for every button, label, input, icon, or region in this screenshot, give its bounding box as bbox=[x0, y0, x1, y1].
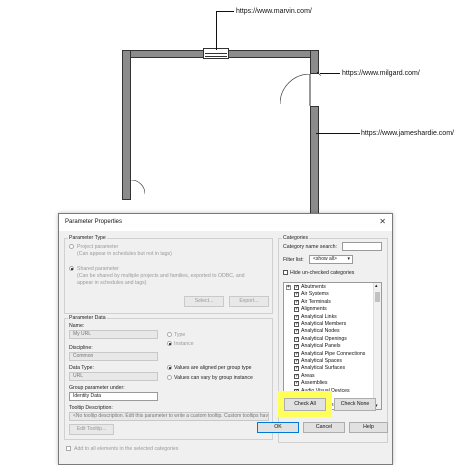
vary-label: Values can vary by group instance bbox=[174, 375, 253, 381]
category-label: Analytical Members bbox=[301, 321, 347, 327]
door-swing bbox=[279, 73, 340, 134]
ok-button[interactable]: OK bbox=[257, 422, 299, 433]
category-label: Analytical Nodes bbox=[301, 328, 340, 335]
category-label: Areas bbox=[301, 372, 315, 379]
project-parameter-hint: (Can appear in schedules but not in tags… bbox=[77, 251, 172, 257]
check-none-button[interactable]: Check None bbox=[334, 398, 376, 411]
cancel-button[interactable]: Cancel bbox=[303, 422, 345, 433]
dialog-title: Parameter Properties bbox=[65, 219, 123, 225]
help-button[interactable]: Help bbox=[349, 422, 388, 433]
parameter-properties-dialog: Parameter Properties ✕ Parameter Type Pr… bbox=[58, 213, 393, 465]
hide-unchecked-checkbox[interactable] bbox=[283, 270, 288, 275]
chevron-down-icon: ▾ bbox=[347, 256, 350, 262]
shared-parameter-label: Shared parameter bbox=[77, 266, 119, 272]
category-label: Alignments bbox=[301, 306, 327, 313]
category-search-input[interactable] bbox=[342, 242, 382, 251]
hide-unchecked-label: Hide un-checked categories bbox=[290, 270, 355, 276]
tooltip-label: Tooltip Description: bbox=[69, 405, 113, 411]
category-checkbox[interactable]: ✓ bbox=[294, 344, 299, 350]
category-label: Analytical Surfaces bbox=[301, 365, 346, 372]
cursor-icon: ↖ bbox=[316, 71, 322, 78]
instance-radio[interactable] bbox=[167, 341, 172, 346]
vary-radio[interactable] bbox=[167, 375, 172, 380]
category-checkbox[interactable]: ✓ bbox=[294, 373, 299, 379]
name-field[interactable]: My URL bbox=[69, 330, 158, 339]
annotation-url-marvin[interactable]: https://www.marvin.com/ bbox=[236, 8, 312, 15]
type-radio[interactable] bbox=[167, 332, 172, 337]
shared-parameter-hint-1: (Can be shared by multiple projects and … bbox=[77, 273, 245, 279]
annotation-url-jameshardie[interactable]: https://www.jameshardie.com/ bbox=[361, 130, 454, 137]
category-label: Analytical Spaces bbox=[301, 358, 342, 364]
category-label: Analytical Openings bbox=[301, 335, 347, 342]
discipline-label: Discipline: bbox=[69, 345, 93, 351]
category-checkbox[interactable]: ✓ bbox=[294, 299, 299, 305]
edit-tooltip-button[interactable]: Edit Tooltip... bbox=[69, 424, 114, 435]
shared-parameter-radio[interactable] bbox=[69, 266, 74, 271]
category-label: Air Terminals bbox=[301, 298, 331, 305]
category-label: Air Systems bbox=[301, 291, 329, 298]
dialog-titlebar[interactable]: Parameter Properties ✕ bbox=[59, 214, 392, 231]
expand-icon[interactable]: + bbox=[286, 285, 291, 290]
category-checkbox[interactable]: ✓ bbox=[294, 314, 299, 320]
category-checkbox[interactable]: ✓ bbox=[294, 285, 299, 290]
category-checkbox[interactable]: ✓ bbox=[294, 292, 299, 298]
category-checkbox[interactable]: ✓ bbox=[294, 336, 299, 342]
category-label: Analytical Panels bbox=[301, 343, 341, 350]
project-parameter-radio[interactable] bbox=[69, 244, 74, 249]
category-checkbox[interactable]: ✓ bbox=[294, 322, 299, 327]
select-button[interactable]: Select... bbox=[184, 296, 224, 307]
shared-parameter-hint-2: appear in schedules and tags) bbox=[77, 280, 147, 286]
left-wall bbox=[122, 50, 131, 200]
door-left bbox=[130, 179, 146, 210]
data-type-select[interactable]: URL bbox=[69, 372, 158, 381]
close-icon[interactable]: ✕ bbox=[379, 217, 386, 226]
instance-label: Instance bbox=[174, 341, 194, 347]
data-type-label: Data Type: bbox=[69, 365, 94, 371]
category-checkbox[interactable]: ✓ bbox=[294, 381, 299, 387]
category-label: Analytical Pipe Connections bbox=[301, 350, 366, 357]
discipline-select[interactable]: Common bbox=[69, 352, 158, 361]
add-all-checkbox[interactable] bbox=[66, 446, 71, 451]
name-label: Name: bbox=[69, 323, 85, 329]
annotation-url-milgard[interactable]: https://www.milgard.com/ bbox=[342, 70, 420, 77]
category-checkbox[interactable]: ✓ bbox=[294, 359, 299, 364]
add-all-label: Add to all elements in the selected cate… bbox=[74, 446, 179, 452]
category-label: Analytical Links bbox=[301, 313, 337, 320]
export-button[interactable]: Export... bbox=[229, 296, 269, 307]
category-search-label: Category name search: bbox=[283, 244, 337, 250]
group-select[interactable]: Identity Data bbox=[69, 392, 158, 401]
group-label: Group parameter under: bbox=[69, 385, 125, 391]
category-checkbox[interactable]: ✓ bbox=[294, 307, 299, 313]
aligned-label: Values are aligned per group type bbox=[174, 365, 252, 371]
aligned-radio[interactable] bbox=[167, 365, 172, 370]
parameter-data-label: Parameter Data bbox=[68, 315, 107, 321]
filter-list-select[interactable]: <show all> ▾ bbox=[309, 255, 353, 264]
category-checkbox[interactable]: ✓ bbox=[294, 366, 299, 372]
categories-label: Categories bbox=[282, 235, 310, 241]
category-checkbox[interactable]: ✓ bbox=[294, 351, 299, 357]
check-all-button[interactable]: Check All bbox=[284, 398, 326, 411]
filter-list-value: <show all> bbox=[313, 256, 337, 262]
parameter-type-label: Parameter Type bbox=[68, 235, 107, 241]
project-parameter-label: Project parameter bbox=[77, 244, 119, 250]
category-label: Assemblies bbox=[301, 380, 328, 387]
category-label: Abutments bbox=[301, 284, 326, 290]
filter-list-label: Filter list: bbox=[283, 257, 304, 263]
tooltip-field[interactable]: <No tooltip description. Edit this param… bbox=[69, 412, 269, 421]
type-label: Type bbox=[174, 332, 186, 338]
category-checkbox[interactable]: ✓ bbox=[294, 329, 299, 335]
